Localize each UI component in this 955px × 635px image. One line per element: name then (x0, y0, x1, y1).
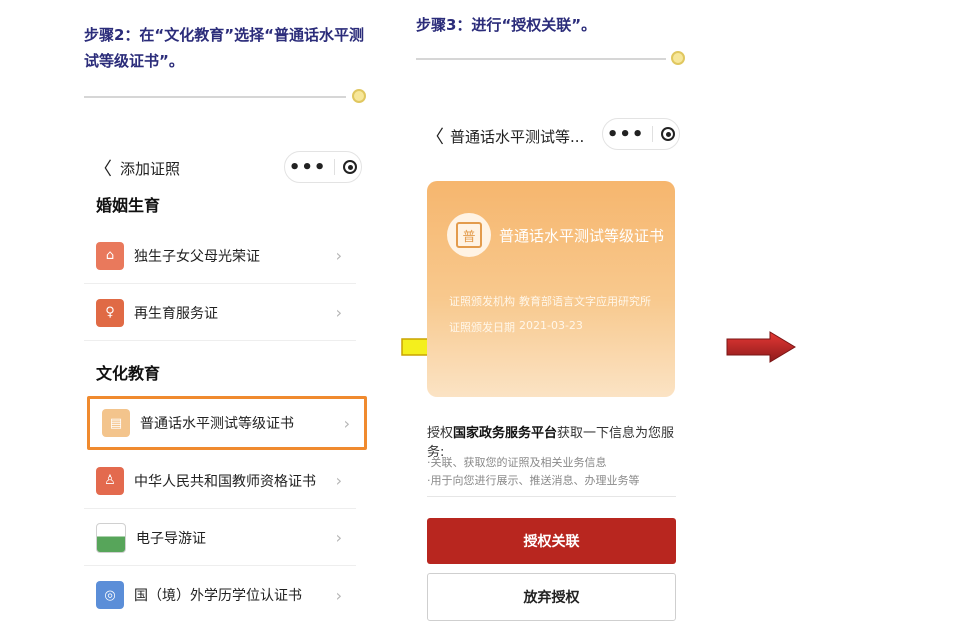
right-phone-screen: 〈 普通话水平测试等... ••• 普 普通话水平测试等级证书 证照颁发机构 教… (416, 110, 686, 630)
list-item-label: 普通话水平测试等级证书 (140, 416, 294, 432)
list-item-foreign-degree-certificate[interactable]: ◎ 国（境）外学历学位认证书 › (84, 567, 356, 623)
certificate-title: 普通话水平测试等级证书 (499, 227, 665, 245)
chevron-right-icon: › (335, 471, 342, 490)
section-title-culture-education: 文化教育 (96, 364, 161, 383)
back-chevron-icon[interactable]: 〈 (94, 155, 112, 181)
issuer-label: 证照颁发机构 (449, 295, 515, 308)
list-item-mandarin-certificate[interactable]: ▤ 普通话水平测试等级证书 › (87, 396, 367, 450)
capsule-separator (652, 126, 654, 142)
issue-date-label: 证照颁发日期 (449, 321, 515, 334)
landscape-icon (96, 522, 126, 553)
miniprogram-capsule: ••• (284, 151, 362, 183)
capsule-separator (334, 159, 336, 175)
step3-coin-icon (671, 51, 685, 65)
house-icon: ⌂ (96, 241, 124, 270)
certificate-icon: ▤ (102, 409, 130, 437)
chevron-right-icon: › (335, 585, 342, 605)
list-item-label: 国（境）外学历学位认证书 (134, 588, 302, 604)
auth-divider (427, 496, 676, 497)
chevron-right-icon: › (343, 413, 350, 433)
certificate-badge: 普 (447, 213, 491, 257)
auth-permission-item: ·用于向您进行展示、推送消息、办理业务等 (427, 474, 640, 487)
left-phone-screen: 〈 添加证照 ••• 婚姻生育 ⌂ 独生子女父母光荣证 › ♀ 再生育服务证 ›… (84, 140, 370, 635)
close-target-icon[interactable] (661, 127, 676, 141)
person-icon: ♀ (96, 298, 124, 327)
issuer-value: 教育部语言文字应用研究所 (519, 295, 651, 308)
certificate-card: 普 普通话水平测试等级证书 证照颁发机构 教育部语言文字应用研究所 证照颁发日期… (427, 181, 675, 397)
auth-platform: 国家政务服务平台 (453, 426, 558, 441)
more-icon[interactable]: ••• (289, 157, 327, 178)
back-chevron-icon[interactable]: 〈 (426, 123, 444, 149)
list-item-label: 独生子女父母光荣证 (134, 248, 260, 265)
globe-icon: ◎ (96, 581, 124, 609)
chevron-right-icon: › (335, 528, 342, 547)
page-title: 普通话水平测试等... (450, 128, 585, 146)
step2-coin-icon (352, 89, 366, 103)
step2-title: 步骤2：在“文化教育”选择“普通话水平测 试等级证书”。 (84, 22, 384, 74)
authorize-link-button[interactable]: 授权关联 (427, 518, 676, 564)
arrow-right-red-icon (726, 331, 796, 363)
issue-date-value: 2021-03-23 (519, 319, 583, 332)
page-title: 添加证照 (120, 160, 181, 178)
step3-divider (416, 58, 666, 60)
decline-authorization-button[interactable]: 放弃授权 (427, 573, 676, 621)
step2-divider (84, 96, 346, 98)
step3-title: 步骤3：进行“授权关联”。 (416, 16, 597, 34)
list-item-label: 再生育服务证 (134, 305, 218, 322)
step2-title-line2: 试等级证书”。 (84, 52, 184, 70)
teacher-icon: ♙ (96, 466, 124, 495)
list-item-label: 中华人民共和国教师资格证书 (134, 473, 316, 490)
list-item-teacher-certificate[interactable]: ♙ 中华人民共和国教师资格证书 › (84, 453, 356, 509)
section-title-marriage: 婚姻生育 (96, 196, 161, 215)
mandarin-badge-icon: 普 (456, 222, 482, 248)
miniprogram-capsule: ••• (602, 118, 680, 150)
list-item-fertility-service-certificate[interactable]: ♀ 再生育服务证 › (84, 285, 356, 341)
chevron-right-icon: › (335, 246, 342, 265)
auth-permission-item: ·关联、获取您的证照及相关业务信息 (427, 456, 607, 469)
list-item-label: 电子导游证 (136, 530, 206, 547)
auth-prefix: 授权 (427, 426, 454, 441)
list-item-tour-guide-certificate[interactable]: 电子导游证 › (84, 510, 356, 566)
close-target-icon[interactable] (343, 160, 358, 174)
chevron-right-icon: › (335, 303, 342, 322)
more-icon[interactable]: ••• (607, 124, 645, 145)
list-item-only-child-certificate[interactable]: ⌂ 独生子女父母光荣证 › (84, 228, 356, 284)
step2-title-line1: 步骤2：在“文化教育”选择“普通话水平测 (84, 26, 365, 44)
